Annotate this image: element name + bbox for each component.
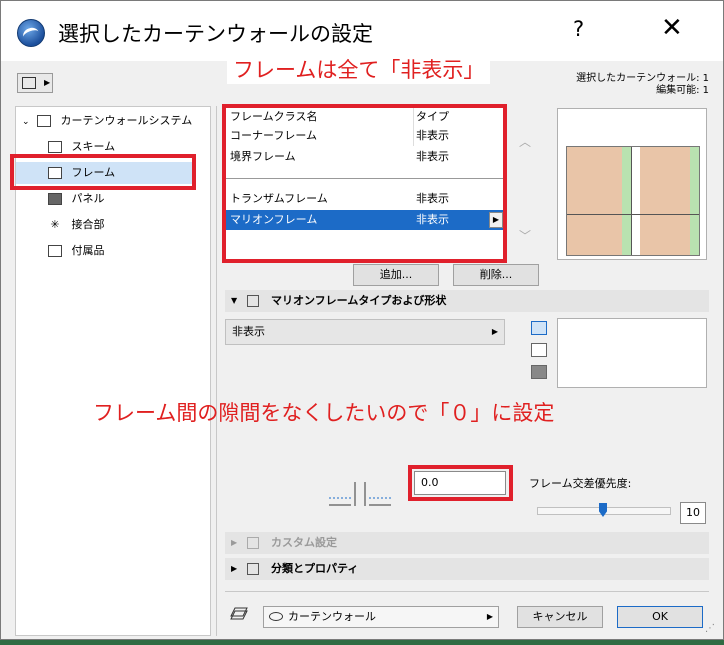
annotation-gap-zero: フレーム間の隙間をなくしたいので「０」に設定 <box>93 401 555 425</box>
selected-count: 選択したカーテンウォール: 1 <box>576 73 709 84</box>
chevron-down-icon: ⌄ <box>22 117 30 127</box>
panel-icon <box>48 193 62 205</box>
classification-icon <box>247 563 259 575</box>
selection-info: 選択したカーテンウォール: 1 編集可能: 1 <box>561 73 709 97</box>
chevron-down-icon: ▼ <box>231 296 238 305</box>
pane-divider <box>216 106 217 636</box>
frame-type-select[interactable]: 非表示 ▶ <box>225 319 505 345</box>
curtain-wall-preview <box>557 108 707 260</box>
ok-button[interactable]: OK <box>617 606 703 628</box>
section-mullion-type[interactable]: ▼ マリオンフレームタイプおよび形状 <box>225 290 709 312</box>
layer-select[interactable]: カーテンウォール ▶ <box>263 606 499 628</box>
favorites-icon <box>22 77 36 89</box>
chevron-right-icon: ▶ <box>491 327 498 336</box>
preview-frame <box>566 146 700 256</box>
help-button[interactable]: ? <box>573 17 584 41</box>
scroll-down-icon[interactable]: ﹀ <box>519 227 531 244</box>
layer-icon <box>230 607 248 620</box>
3d-view-icon[interactable] <box>531 365 547 379</box>
close-button[interactable]: ✕ <box>661 13 683 43</box>
chevron-right-icon: ▶ <box>231 538 238 547</box>
tree-item-junction[interactable]: ✳ 接合部 <box>48 214 105 236</box>
priority-value-field[interactable]: 10 <box>680 502 706 524</box>
custom-settings-icon <box>247 537 259 549</box>
curtain-wall-system-icon <box>37 115 52 127</box>
tree-root-curtain-wall-system[interactable]: ⌄ カーテンウォールシステム <box>22 110 192 132</box>
chevron-right-icon: ▶ <box>44 78 51 87</box>
section-title: カスタム設定 <box>271 536 337 549</box>
delete-button[interactable]: 削除... <box>453 264 539 286</box>
cancel-button[interactable]: キャンセル <box>517 606 603 628</box>
tree-item-panel[interactable]: パネル <box>48 188 105 210</box>
tree-item-label: 接合部 <box>71 218 105 231</box>
tree-item-label: スキーム <box>71 140 116 153</box>
bottom-divider <box>225 591 709 592</box>
gap-icon <box>329 482 391 506</box>
junction-icon: ✳ <box>48 219 62 231</box>
frame-type-value: 非表示 <box>232 325 265 338</box>
tree-item-label: 付属品 <box>71 244 105 257</box>
scheme-icon <box>48 141 62 153</box>
section-custom-settings[interactable]: ▶ カスタム設定 <box>225 532 709 554</box>
chevron-right-icon: ▶ <box>231 564 238 573</box>
favorites-button[interactable]: ▶ <box>17 73 53 93</box>
scroll-up-icon[interactable]: ︿ <box>519 133 531 150</box>
highlight-gap-field <box>408 465 513 501</box>
tree-item-label: パネル <box>71 192 105 205</box>
plan-view-icon[interactable] <box>531 321 547 335</box>
editable-count: 編集可能: 1 <box>656 85 709 96</box>
curtain-wall-settings-dialog: 選択したカーテンウォールの設定 ? ✕ ▶ フレームは全て「非表示」 選択したカ… <box>0 0 724 640</box>
tree-item-accessory[interactable]: 付属品 <box>48 240 105 262</box>
title-bar: 選択したカーテンウォールの設定 ? ✕ <box>1 1 723 61</box>
tree-root-label: カーテンウォールシステム <box>60 114 193 127</box>
accessory-icon <box>48 245 62 257</box>
section-title: マリオンフレームタイプおよび形状 <box>271 294 447 307</box>
layer-value: カーテンウォール <box>288 610 376 623</box>
resize-grip-icon[interactable]: ⋰ <box>705 623 715 634</box>
dialog-title: 選択したカーテンウォールの設定 <box>58 22 373 46</box>
section-view-icon[interactable] <box>531 343 547 357</box>
section-title: 分類とプロパティ <box>271 562 359 575</box>
add-button[interactable]: 追加... <box>353 264 439 286</box>
highlight-frame-item <box>10 154 196 190</box>
annotation-hidden-frames: フレームは全て「非表示」 <box>227 54 491 84</box>
section-classification[interactable]: ▶ 分類とプロパティ <box>225 558 709 580</box>
eye-icon <box>269 612 283 621</box>
highlight-frame-list <box>222 104 507 263</box>
archicad-app-icon <box>17 19 45 47</box>
chevron-right-icon: ▶ <box>486 612 493 621</box>
frame-type-icon <box>247 295 259 307</box>
priority-label: フレーム交差優先度: <box>529 477 632 490</box>
frame-shape-preview <box>557 318 707 388</box>
